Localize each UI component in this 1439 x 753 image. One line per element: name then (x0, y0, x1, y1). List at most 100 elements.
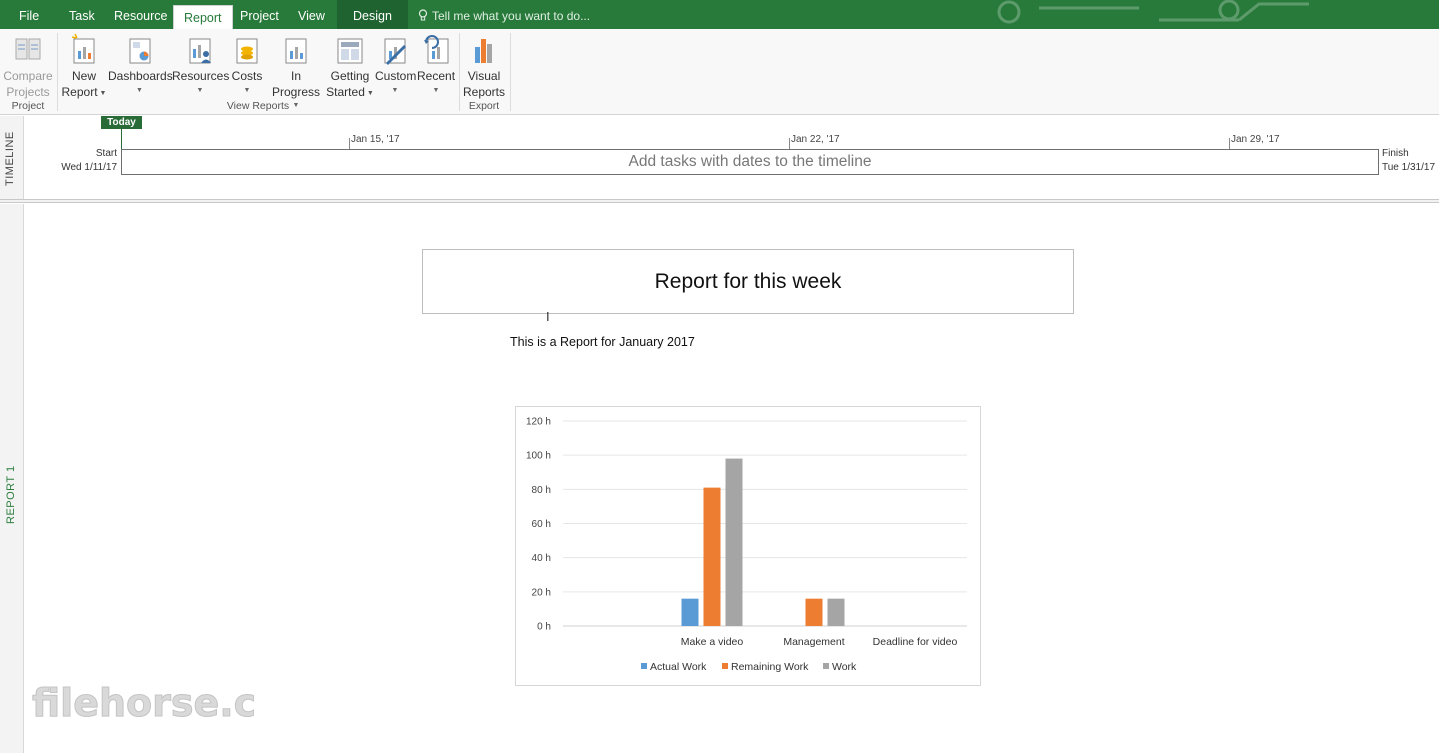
tell-me-text: Tell me what you want to do... (432, 9, 591, 23)
x-category-label: Deadline for video (873, 636, 958, 648)
compare-label-2: Projects (6, 84, 50, 99)
getting-started-icon (337, 38, 363, 64)
y-tick-label: 40 h (532, 553, 551, 564)
timeline-start-date: Wed 1/11/17 (61, 162, 117, 173)
legend-label: Actual Work (650, 661, 707, 673)
getting-started-label-2: Started (326, 84, 365, 99)
bar-work (725, 458, 743, 626)
chevron-down-icon: ▼ (99, 89, 107, 97)
filehorse-watermark: filehorse.com (32, 681, 255, 726)
timeline-tick (349, 138, 350, 149)
legend-swatch (641, 663, 647, 669)
group-label-view-reports: View Reports (226, 100, 290, 112)
chevron-down-icon: ▼ (432, 86, 440, 94)
timeline-finish-date: Tue 1/31/17 (1382, 162, 1436, 173)
legend-label: Work (832, 661, 857, 673)
recent-button[interactable]: Recent ▼ (417, 33, 455, 97)
new-report-button[interactable]: New Report ▼ (61, 33, 107, 101)
tab-file[interactable]: File (9, 0, 49, 29)
tab-design[interactable]: Design (337, 0, 408, 29)
tab-view[interactable]: View (288, 0, 335, 29)
new-report-label-1: New (71, 69, 96, 83)
legend-swatch (722, 663, 728, 669)
resources-button[interactable]: Resources ▼ (172, 33, 230, 97)
y-tick-label: 120 h (526, 417, 551, 428)
x-category-label: Make a video (681, 636, 744, 648)
today-marker: Today (101, 116, 142, 129)
chart-canvas: 0 h 20 h 40 h 60 h 80 h 100 h 120 h Make a vide… (526, 417, 967, 673)
text-cursor-icon: I (546, 309, 550, 324)
y-tick-label: 80 h (532, 485, 551, 496)
tab-report[interactable]: Report (173, 5, 233, 29)
timeline-finish: Finish Tue 1/31/17 (1382, 147, 1435, 175)
new-report-icon (71, 33, 95, 64)
compare-projects-icon (15, 38, 41, 60)
y-tick-label: 20 h (532, 587, 551, 598)
compare-label-1: Compare (3, 69, 53, 83)
ribbon-separator (57, 33, 58, 111)
circuit-decoration (997, 0, 1309, 24)
chevron-down-icon: ▼ (366, 89, 374, 97)
in-progress-icon (285, 38, 307, 64)
visual-reports-icon (475, 39, 492, 63)
report-side-text: REPORT 1 (5, 465, 17, 524)
visual-reports-label-2: Reports (462, 84, 506, 99)
timeline-side-label: TIMELINE (0, 116, 24, 201)
timeline-start: Start Wed 1/11/17 (40, 147, 117, 175)
group-label-export: Export (468, 100, 500, 112)
timeline-finish-label: Finish (1382, 148, 1409, 159)
custom-report-icon (384, 38, 406, 65)
compare-projects-button[interactable]: Compare Projects (3, 33, 53, 100)
resources-label: Resources (172, 69, 230, 83)
lightbulb-icon (418, 9, 428, 21)
report-title[interactable]: Report for this week (422, 249, 1074, 314)
timeline-tick (1229, 138, 1230, 149)
y-tick-label: 100 h (526, 451, 551, 462)
getting-started-label-1: Getting (330, 69, 370, 83)
visual-reports-button[interactable]: Visual Reports (462, 33, 506, 100)
group-label-project: Project (11, 100, 45, 112)
dashboards-button[interactable]: Dashboards ▼ (108, 33, 173, 97)
getting-started-button[interactable]: Getting Started ▼ (326, 33, 374, 101)
work-chart[interactable]: 0 h 20 h 40 h 60 h 80 h 100 h 120 h Make a vide… (515, 406, 981, 686)
chevron-down-icon: ▼ (391, 86, 399, 94)
x-category-label: Management (783, 636, 844, 648)
timeline-tick-label: Jan 29, '17 (1231, 134, 1280, 145)
new-report-label-2: Report (61, 84, 98, 99)
recent-label: Recent (417, 69, 456, 83)
chevron-down-icon: ▼ (196, 86, 204, 94)
watermark-text: filehorse.com (32, 681, 254, 725)
tell-me-search[interactable]: Tell me what you want to do... (418, 0, 590, 29)
legend-label: Remaining Work (731, 661, 809, 673)
ribbon-separator (510, 33, 511, 111)
dashboards-label: Dashboards (108, 69, 173, 83)
timeline-start-label: Start (95, 148, 117, 159)
tab-resource[interactable]: Resource (104, 0, 178, 29)
bar-actual-work (681, 598, 699, 626)
timeline-side-text: TIMELINE (4, 131, 16, 186)
dashboards-icon (129, 38, 150, 64)
timeline-tick-label: Jan 22, '17 (791, 134, 840, 145)
custom-label: Custom (375, 69, 417, 83)
view-splitter[interactable] (0, 199, 1439, 203)
report-side-label: REPORT 1 (0, 204, 24, 753)
chevron-down-icon: ▼ (243, 86, 251, 94)
costs-label: Costs (231, 69, 263, 83)
timeline-tick (789, 138, 790, 149)
tab-task[interactable]: Task (59, 0, 105, 29)
chevron-down-icon: ▼ (136, 86, 143, 94)
bar-remaining-work (703, 487, 721, 626)
y-tick-label: 0 h (537, 622, 551, 633)
bar-remaining-work (805, 598, 823, 626)
in-progress-label: In Progress (271, 69, 321, 99)
report-subtitle[interactable]: This is a Report for January 2017 (510, 335, 695, 349)
timeline-bar[interactable]: Add tasks with dates to the timeline (121, 149, 1379, 175)
costs-icon (236, 38, 258, 64)
bar-work (827, 598, 845, 626)
tab-project[interactable]: Project (230, 0, 289, 29)
y-tick-label: 60 h (532, 519, 551, 530)
report-ribbon: Compare Projects Project New Report ▼ Das… (0, 29, 1439, 115)
custom-button[interactable]: Custom ▼ (375, 33, 417, 97)
costs-button[interactable]: Costs ▼ (230, 33, 264, 97)
ribbon-tab-bar: File Task Resource Report Project View D… (0, 0, 1439, 29)
